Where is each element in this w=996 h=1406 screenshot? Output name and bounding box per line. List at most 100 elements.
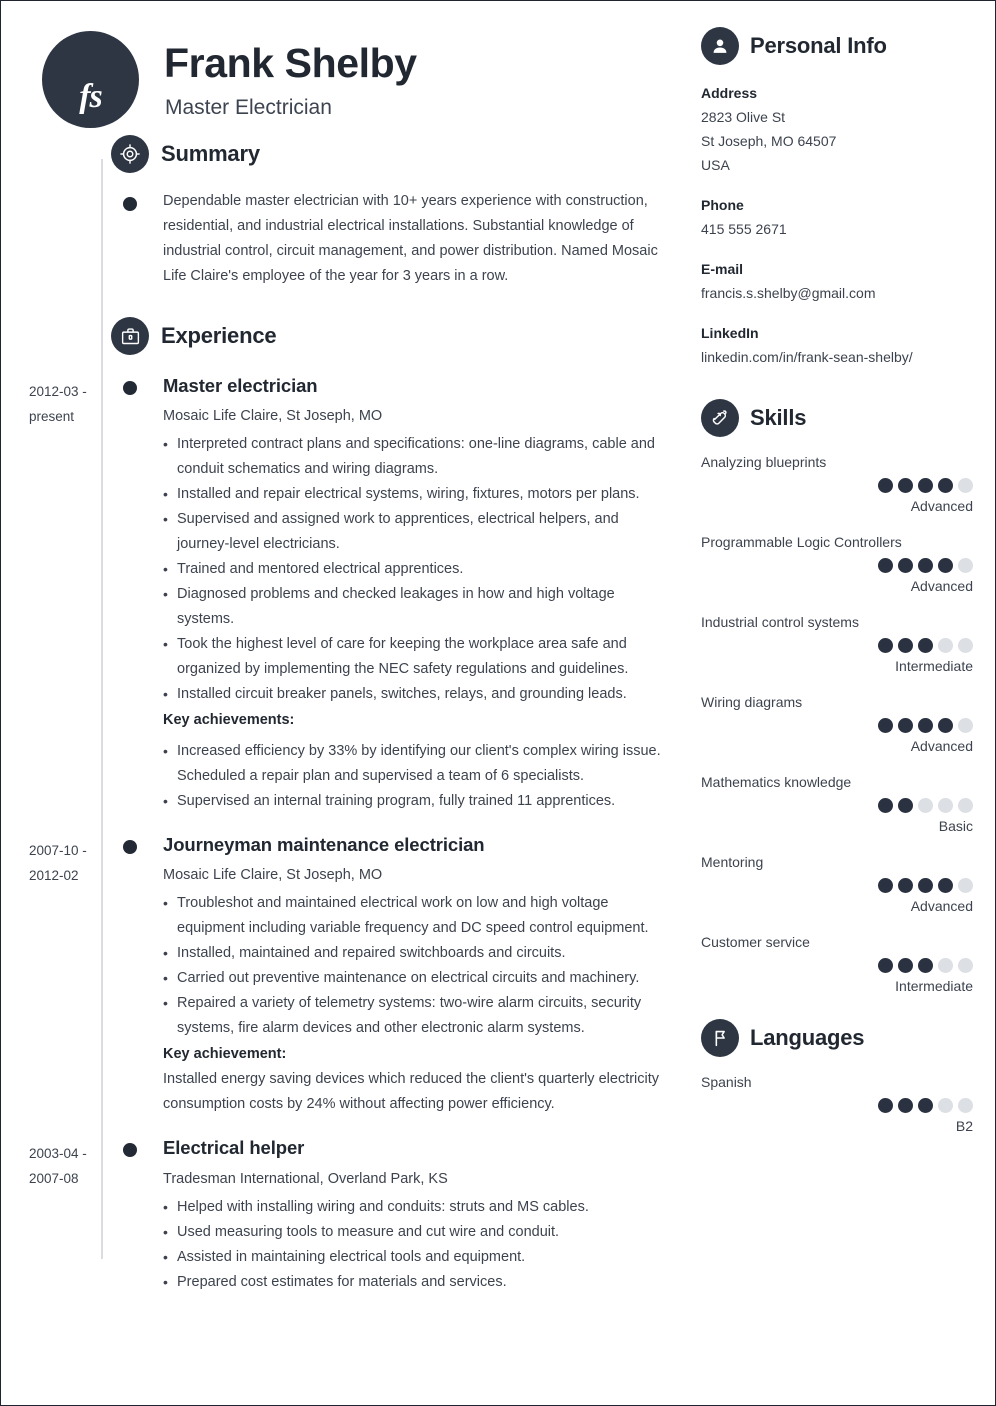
language-name: Spanish bbox=[701, 1074, 752, 1090]
personal-info-value: St Joseph, MO 64507 bbox=[701, 133, 837, 149]
list-item: Interpreted contract plans and specifica… bbox=[163, 432, 675, 482]
rating-dot-filled bbox=[898, 638, 913, 653]
experience-entry: 2007-10 - 2012-02 Journeyman maintenance … bbox=[29, 834, 679, 1117]
personal-info-value: USA bbox=[701, 157, 730, 173]
skill-level: Intermediate bbox=[895, 978, 973, 994]
experience-bullets: Helped with installing wiring and condui… bbox=[163, 1195, 675, 1295]
experience-dates: 2007-10 - 2012-02 bbox=[29, 843, 87, 884]
rating-dot-empty bbox=[958, 478, 973, 493]
rating-dot-filled bbox=[898, 958, 913, 973]
section-title-experience: Experience bbox=[161, 323, 277, 348]
experience-bullets: Interpreted contract plans and specifica… bbox=[163, 432, 675, 707]
rating-dot-filled bbox=[898, 558, 913, 573]
personal-info-value: 415 555 2671 bbox=[701, 221, 787, 237]
skill-level: Advanced bbox=[910, 738, 973, 754]
list-item: Supervised an internal training program,… bbox=[163, 789, 675, 814]
list-item: Diagnosed problems and checked leakages … bbox=[163, 582, 675, 632]
rating-dot-filled bbox=[938, 718, 953, 733]
rating-dot-filled bbox=[918, 1098, 933, 1113]
rating-dot-filled bbox=[918, 638, 933, 653]
key-achievements-label: Key achievements: bbox=[163, 712, 295, 729]
list-item: Assisted in maintaining electrical tools… bbox=[163, 1245, 675, 1270]
list-item: Prepared cost estimates for materials an… bbox=[163, 1270, 675, 1295]
skill-item: Programmable Logic Controllers Advanced bbox=[701, 531, 973, 597]
list-item: Installed circuit breaker panels, switch… bbox=[163, 682, 675, 707]
experience-body: Journeyman maintenance electrician Mosaic… bbox=[163, 834, 675, 1117]
skill-item: Industrial control systems Intermediate bbox=[701, 611, 973, 677]
rating-dot-empty bbox=[958, 718, 973, 733]
resume-header: fs Frank Shelby Master Electrician bbox=[29, 27, 679, 135]
rating-dot-filled bbox=[938, 878, 953, 893]
rating-dot-filled bbox=[918, 958, 933, 973]
skill-level: Advanced bbox=[910, 578, 973, 594]
skill-name: Analyzing blueprints bbox=[701, 454, 827, 470]
experience-company: Mosaic Life Claire, St Joseph, MO bbox=[163, 408, 383, 425]
person-icon bbox=[701, 27, 739, 65]
key-achievements-bullets: Increased efficiency by 33% by identifyi… bbox=[163, 739, 675, 814]
skill-item: Wiring diagrams Advanced bbox=[701, 691, 973, 757]
rating-dot-filled bbox=[878, 1098, 893, 1113]
skill-rating-dots bbox=[701, 958, 973, 973]
section-header-languages: Languages bbox=[701, 1019, 973, 1057]
personal-info-value: linkedin.com/in/frank-sean-shelby/ bbox=[701, 349, 913, 365]
rating-dot-filled bbox=[898, 798, 913, 813]
experience-role: Electrical helper bbox=[163, 1137, 305, 1159]
experience-dates: 2012-03 - present bbox=[29, 384, 87, 424]
list-item: Installed and repair electrical systems,… bbox=[163, 482, 675, 507]
rating-dot-filled bbox=[878, 958, 893, 973]
experience-body: Master electrician Mosaic Life Claire, St… bbox=[163, 375, 675, 814]
rating-dot-filled bbox=[898, 878, 913, 893]
skill-rating-dots bbox=[701, 638, 973, 653]
rating-dot-filled bbox=[878, 558, 893, 573]
list-item: Troubleshot and maintained electrical wo… bbox=[163, 891, 675, 941]
experience-entry: 2012-03 - present Master electrician Mosai… bbox=[29, 375, 679, 814]
rating-dot-empty bbox=[958, 1098, 973, 1113]
puzzle-heart-icon bbox=[701, 399, 739, 437]
experience-company: Tradesman International, Overland Park, … bbox=[163, 1170, 448, 1187]
flag-icon bbox=[701, 1019, 739, 1057]
rating-dot-filled bbox=[918, 478, 933, 493]
skill-level: Advanced bbox=[910, 498, 973, 514]
skill-item: Mentoring Advanced bbox=[701, 851, 973, 917]
rating-dot-filled bbox=[898, 718, 913, 733]
section-title-personal-info: Personal Info bbox=[750, 33, 887, 58]
key-achievements-label: Key achievement: bbox=[163, 1046, 287, 1063]
personal-info-block: E-mail francis.s.shelby@gmail.com bbox=[701, 257, 973, 305]
language-rating-dots bbox=[701, 1098, 973, 1113]
skill-name: Customer service bbox=[701, 934, 810, 950]
section-header-personal-info: Personal Info bbox=[701, 27, 973, 65]
rating-dot-filled bbox=[878, 878, 893, 893]
experience-bullets: Troubleshot and maintained electrical wo… bbox=[163, 891, 675, 1041]
avatar-initials: fs bbox=[79, 78, 103, 115]
section-title-summary: Summary bbox=[161, 141, 260, 166]
skill-item: Customer service Intermediate bbox=[701, 931, 973, 997]
personal-info-block: Phone 415 555 2671 bbox=[701, 193, 973, 241]
skill-rating-dots bbox=[701, 878, 973, 893]
skill-rating-dots bbox=[701, 478, 973, 493]
personal-info-value: 2823 Olive St bbox=[701, 109, 786, 125]
rating-dot-filled bbox=[898, 478, 913, 493]
main-column: fs Frank Shelby Master Electrician Summa… bbox=[29, 27, 679, 1295]
rating-dot-empty bbox=[958, 558, 973, 573]
summary-text: Dependable master electrician with 10+ y… bbox=[163, 193, 658, 284]
skill-level: Basic bbox=[938, 818, 973, 834]
rating-dot-filled bbox=[918, 718, 933, 733]
rating-dot-filled bbox=[918, 558, 933, 573]
timeline-dot bbox=[123, 381, 137, 395]
skill-name: Mathematics knowledge bbox=[701, 774, 852, 790]
target-icon bbox=[111, 135, 149, 173]
timeline-dot bbox=[123, 1143, 137, 1158]
language-level: B2 bbox=[955, 1118, 973, 1134]
rating-dot-filled bbox=[898, 1098, 913, 1113]
list-item: Carried out preventive maintenance on el… bbox=[163, 966, 675, 991]
rating-dot-empty bbox=[938, 798, 953, 813]
rating-dot-empty bbox=[958, 638, 973, 653]
experience-dates: 2003-04 - 2007-08 bbox=[29, 1146, 87, 1187]
personal-info-block: LinkedIn linkedin.com/in/frank-sean-shelb… bbox=[701, 321, 973, 369]
list-item: Used measuring tools to measure and cut … bbox=[163, 1220, 675, 1245]
rating-dot-filled bbox=[878, 798, 893, 813]
timeline-dot bbox=[123, 840, 137, 855]
personal-info-block: Address 2823 Olive St St Joseph, MO 64507 U… bbox=[701, 81, 973, 177]
rating-dot-filled bbox=[878, 718, 893, 733]
section-title-skills: Skills bbox=[750, 405, 807, 430]
